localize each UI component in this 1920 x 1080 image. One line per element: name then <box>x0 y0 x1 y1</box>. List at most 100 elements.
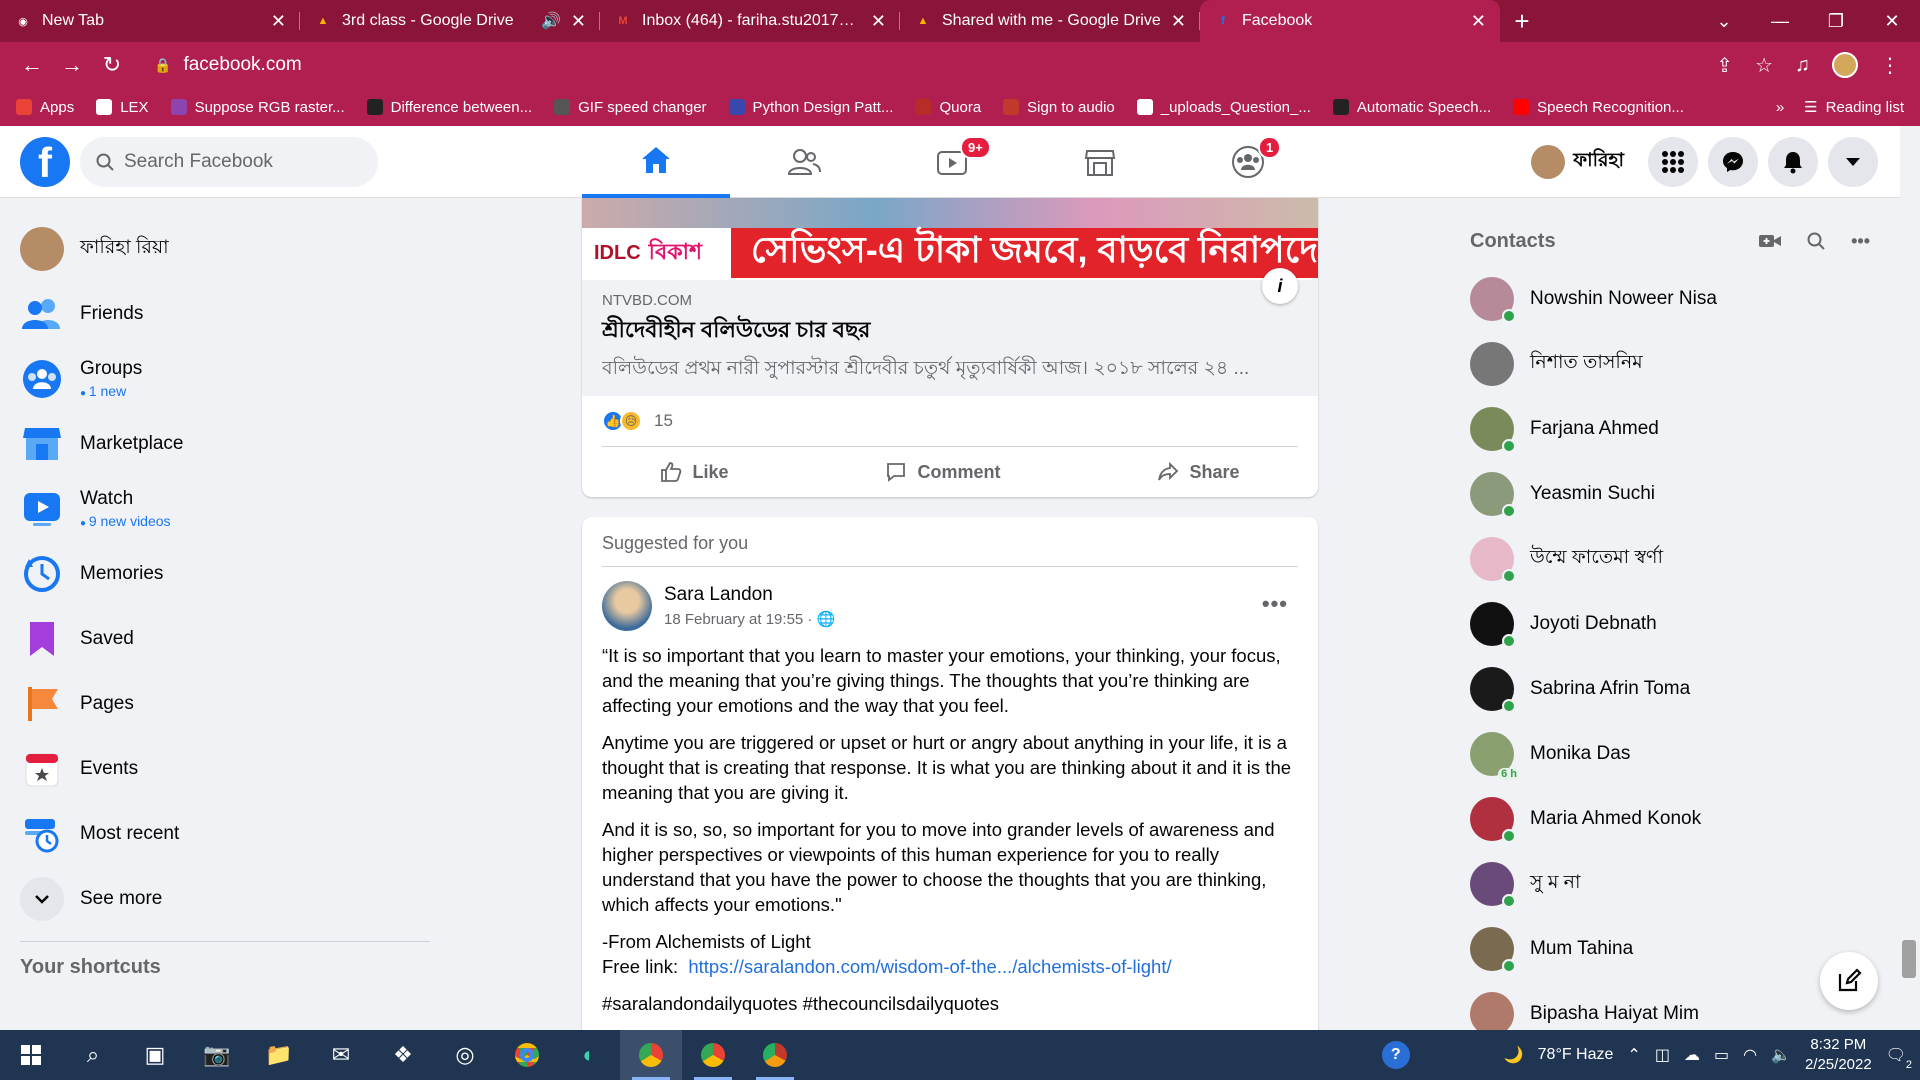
free-link[interactable]: https://saralandon.com/wisdom-of-the.../… <box>688 956 1171 977</box>
search-contacts-icon[interactable] <box>1807 232 1825 250</box>
chrome-profile-icon[interactable] <box>682 1030 744 1080</box>
file-explorer-icon[interactable]: 📁 <box>248 1030 310 1080</box>
bookmark-item[interactable]: Apps <box>16 99 74 116</box>
share-icon[interactable]: ⇪ <box>1716 53 1733 78</box>
bookmark-item[interactable]: Python Design Patt... <box>728 99 893 116</box>
close-tab-icon[interactable]: ✕ <box>571 11 586 32</box>
bookmark-item[interactable]: Suppose RGB raster... <box>170 99 345 116</box>
profile-avatar[interactable] <box>1832 52 1858 78</box>
tab-search-icon[interactable]: ⌄ <box>1696 0 1752 42</box>
maximize-button[interactable]: ❐ <box>1808 0 1864 42</box>
edge-icon[interactable]: ◐ <box>558 1030 620 1080</box>
back-button[interactable]: ← <box>12 52 52 78</box>
contact-item[interactable]: Maria Ahmed Konok <box>1470 786 1890 851</box>
battery-icon[interactable]: ▭ <box>1714 1045 1729 1065</box>
bookmark-item[interactable]: LEX <box>96 99 149 116</box>
bookmark-item[interactable]: _uploads_Question_... <box>1136 99 1311 116</box>
share-button[interactable]: Share <box>1157 461 1240 483</box>
contacts-more-icon[interactable]: ••• <box>1851 231 1870 252</box>
camera-app-icon[interactable]: 📷 <box>186 1030 248 1080</box>
author-avatar[interactable] <box>602 581 652 631</box>
comment-button[interactable]: Comment <box>885 461 1001 483</box>
facebook-logo[interactable]: f <box>20 136 70 187</box>
bookmark-item[interactable]: Difference between... <box>366 99 532 116</box>
help-icon[interactable]: ? <box>1381 1041 1410 1069</box>
post-hashtags[interactable]: #saralandondailyquotes #thecouncilsdaily… <box>602 991 1298 1016</box>
browser-tab[interactable]: f Facebook ✕ <box>1200 0 1500 42</box>
sidebar-profile[interactable]: ফারিহা রিয়া <box>16 216 436 281</box>
notifications-button[interactable] <box>1768 137 1818 187</box>
reload-button[interactable]: ↻ <box>92 52 132 78</box>
bookmark-item[interactable]: Speech Recognition... <box>1513 99 1684 116</box>
minimize-button[interactable]: — <box>1752 0 1808 42</box>
contact-item[interactable]: উম্মে ফাতেমা স্বর্ণা <box>1470 526 1890 591</box>
search-taskbar-icon[interactable]: ⌕ <box>62 1030 124 1080</box>
chrome-canary-icon[interactable] <box>744 1030 806 1080</box>
notification-center-icon[interactable]: 🗨 2 <box>1886 1045 1912 1071</box>
bookmark-item[interactable]: GIF speed changer <box>554 99 707 116</box>
meet-icon[interactable]: ◫ <box>1655 1045 1670 1065</box>
onedrive-icon[interactable]: ☁ <box>1684 1045 1700 1065</box>
nav-watch[interactable]: 9+ <box>878 126 1026 198</box>
browser-tab[interactable]: ▲ 3rd class - Google Drive 🔊 ✕ <box>300 0 600 42</box>
messenger-button[interactable] <box>1708 137 1758 187</box>
bookmark-item[interactable]: Sign to audio <box>1003 99 1115 116</box>
browser-tab[interactable]: ◉ New Tab ✕ <box>0 0 300 42</box>
mail-icon[interactable]: ✉ <box>310 1030 372 1080</box>
sidebar-item-groups[interactable]: Groups 1 new <box>16 346 436 411</box>
clock[interactable]: 8:32 PM 2/25/2022 <box>1805 1035 1872 1075</box>
profile-link[interactable]: ফারিহা <box>1531 145 1624 179</box>
sidebar-item-saved[interactable]: Saved <box>16 606 436 671</box>
sidebar-item-events[interactable]: Events <box>16 736 436 801</box>
contact-item[interactable]: নিশাত তাসনিম <box>1470 331 1890 396</box>
chrome-window-icon[interactable] <box>620 1030 682 1080</box>
dropbox-icon[interactable]: ❖ <box>372 1030 434 1080</box>
nav-home[interactable] <box>582 126 730 198</box>
contact-item[interactable]: Sabrina Afrin Toma <box>1470 656 1890 721</box>
contact-item[interactable]: Joyoti Debnath <box>1470 591 1890 656</box>
bookmark-star-icon[interactable]: ☆ <box>1755 53 1773 78</box>
task-view-icon[interactable]: ▣ <box>124 1030 186 1080</box>
bookmark-item[interactable]: Automatic Speech... <box>1332 99 1491 116</box>
search-box[interactable] <box>80 136 378 187</box>
like-button[interactable]: Like <box>660 461 729 483</box>
contact-item[interactable]: Yeasmin Suchi <box>1470 461 1890 526</box>
close-window-button[interactable]: ✕ <box>1864 0 1920 42</box>
app-icon[interactable]: ◎ <box>434 1030 496 1080</box>
sidebar-item-most-recent[interactable]: Most recent <box>16 801 436 866</box>
menu-icon[interactable]: ⋮ <box>1880 53 1900 78</box>
sidebar-item-marketplace[interactable]: Marketplace <box>16 411 436 476</box>
info-icon[interactable]: i <box>1262 268 1298 304</box>
chrome-taskbar-icon[interactable] <box>496 1030 558 1080</box>
page-scrollbar[interactable] <box>1900 198 1920 1030</box>
nav-groups[interactable]: 1 <box>1174 126 1322 198</box>
account-button[interactable] <box>1828 137 1878 187</box>
video-call-icon[interactable] <box>1759 233 1782 249</box>
scrollbar-thumb[interactable] <box>1902 940 1916 978</box>
new-tab-button[interactable]: + <box>1500 0 1544 42</box>
bookmark-item[interactable]: Quora <box>915 99 981 116</box>
bookmarks-more-button[interactable]: » <box>1776 99 1784 116</box>
post-banner-image[interactable]: IDLC বিকাশ সেভিংস-এ টাকা জমবে, বাড়বে নি… <box>582 198 1318 280</box>
wifi-icon[interactable]: ◠ <box>1743 1045 1757 1065</box>
sidebar-item-watch[interactable]: Watch 9 new videos <box>16 476 436 541</box>
audio-icon[interactable]: 🔊 <box>541 11 561 31</box>
close-tab-icon[interactable]: ✕ <box>271 11 286 32</box>
see-more-button[interactable]: See more <box>16 866 436 931</box>
sidebar-item-memories[interactable]: Memories <box>16 541 436 606</box>
link-preview[interactable]: i NTVBD.COM শ্রীদেবীহীন বলিউডের চার বছর … <box>582 268 1318 396</box>
close-tab-icon[interactable]: ✕ <box>1171 11 1186 32</box>
search-input[interactable] <box>124 150 354 173</box>
address-bar[interactable]: 🔒 facebook.com <box>144 48 1716 82</box>
contact-item[interactable]: সু ম না <box>1470 851 1890 916</box>
browser-tab[interactable]: M Inbox (464) - fariha.stu20172@ju ✕ <box>600 0 900 42</box>
menu-button[interactable] <box>1648 137 1698 187</box>
sidebar-item-pages[interactable]: Pages <box>16 671 436 736</box>
volume-icon[interactable]: 🔈 <box>1771 1045 1791 1065</box>
reaction-summary[interactable]: 👍 😥 15 <box>602 396 1298 447</box>
media-control-icon[interactable]: ♫ <box>1795 54 1810 77</box>
more-options-icon[interactable]: ••• <box>1262 591 1288 617</box>
nav-marketplace[interactable] <box>1026 126 1174 198</box>
contact-item[interactable]: 6 h Monika Das <box>1470 721 1890 786</box>
nav-friends[interactable] <box>730 126 878 198</box>
